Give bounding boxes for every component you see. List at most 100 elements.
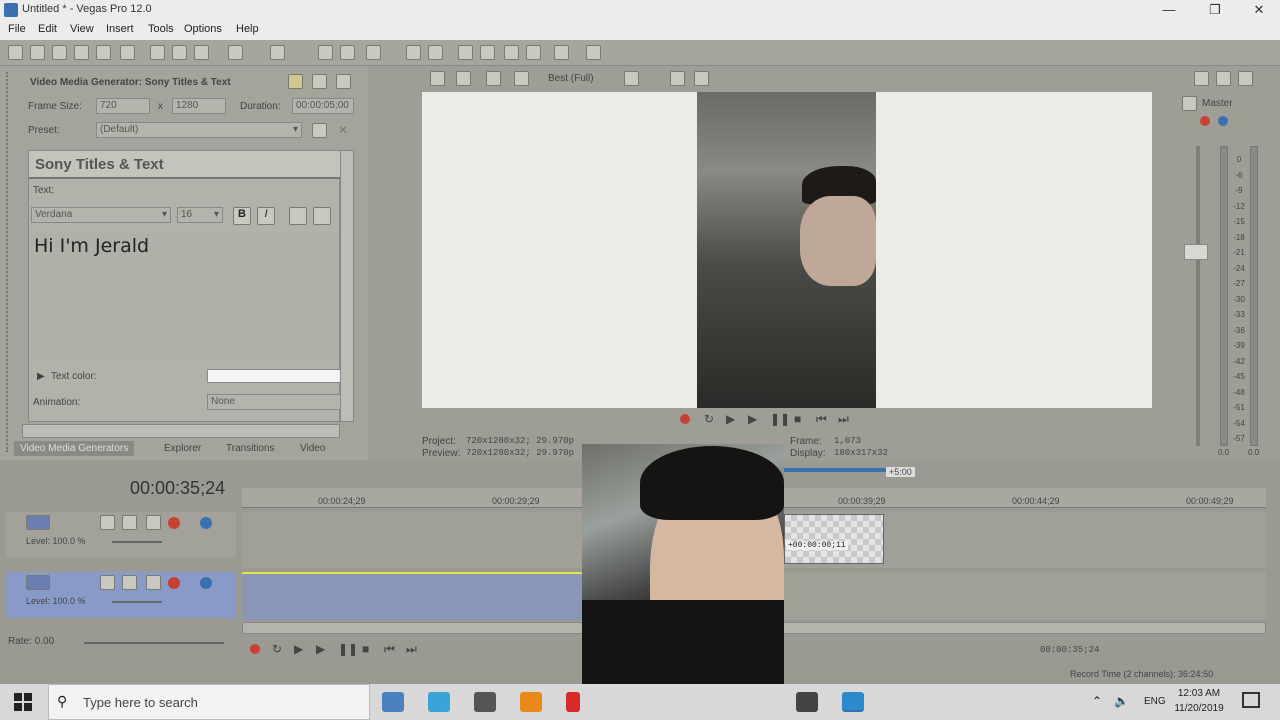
menu-help[interactable]: Help [236, 23, 259, 35]
master-fader-handle[interactable] [1184, 244, 1208, 260]
language-indicator[interactable]: ENG [1144, 696, 1166, 707]
pause-icon[interactable]: ❚❚ [338, 642, 358, 656]
restore-button[interactable]: ❐ [1192, 0, 1238, 20]
text-color-swatch[interactable] [207, 369, 341, 383]
play-icon[interactable]: ▶ [748, 412, 757, 426]
track-fx-icon[interactable] [122, 575, 137, 590]
panel-grip[interactable] [6, 72, 12, 452]
duration-field[interactable]: 00:00:05;00 [292, 98, 354, 114]
grid-view-icon[interactable] [336, 74, 351, 89]
solo-track-icon[interactable] [200, 517, 212, 529]
track-1-lane[interactable] [242, 512, 582, 568]
lock-envelopes-icon[interactable] [366, 45, 381, 60]
save-preset-icon[interactable] [312, 123, 327, 138]
compositing-icon[interactable] [146, 515, 161, 530]
record-icon[interactable] [680, 414, 690, 424]
preset-select[interactable]: (Default) ▾ [96, 122, 302, 138]
overlays-icon[interactable] [624, 71, 639, 86]
dim-output-icon[interactable] [1238, 71, 1253, 86]
fx-icon[interactable] [486, 71, 501, 86]
bus-icon[interactable] [1182, 96, 1197, 111]
windows-start-icon[interactable] [14, 693, 32, 711]
paste-icon[interactable] [194, 45, 209, 60]
title-text-input[interactable]: Hi I'm Jerald [31, 231, 339, 361]
save-snapshot-icon[interactable] [694, 71, 709, 86]
save-icon[interactable] [52, 45, 67, 60]
compositing-icon[interactable] [146, 575, 161, 590]
play-from-start-icon[interactable]: ▶ [726, 412, 735, 426]
snap-icon[interactable] [318, 45, 333, 60]
menu-insert[interactable]: Insert [106, 23, 134, 35]
trim-icon[interactable] [526, 45, 541, 60]
view-mode-icon[interactable] [288, 74, 303, 89]
title-event-clip[interactable] [784, 514, 884, 564]
close-button[interactable]: ✕ [1236, 0, 1280, 20]
delete-preset-icon[interactable]: ✕ [338, 123, 348, 137]
next-frame-icon[interactable]: ⏭ [838, 412, 849, 427]
track-motion-icon[interactable] [100, 515, 115, 530]
store-icon[interactable] [382, 692, 404, 712]
save-as-icon[interactable] [74, 45, 89, 60]
play-icon[interactable]: ▶ [316, 642, 325, 656]
menu-tools[interactable]: Tools [148, 23, 174, 35]
go-to-start-icon[interactable]: ⏮ [384, 642, 395, 657]
menu-edit[interactable]: Edit [38, 23, 57, 35]
redo-icon[interactable] [270, 45, 285, 60]
normal-edit-tool-icon[interactable] [406, 45, 421, 60]
zoom-tool-icon[interactable] [480, 45, 495, 60]
editor-scrollbar[interactable] [340, 150, 354, 422]
volume-icon[interactable]: 🔈 [1114, 694, 1129, 708]
mute-track-icon[interactable] [168, 577, 180, 589]
track-2-lane[interactable] [242, 572, 582, 620]
tab-transitions[interactable]: Transitions [226, 443, 275, 454]
notifications-icon[interactable] [1242, 692, 1260, 708]
taskbar-search-box[interactable]: ⚲ Type here to search [48, 684, 370, 720]
bold-button[interactable]: B [233, 207, 251, 225]
preview-settings-icon[interactable] [430, 71, 445, 86]
frame-width-field[interactable]: 720 [96, 98, 150, 114]
render-icon[interactable] [96, 45, 111, 60]
stop-icon[interactable]: ■ [794, 412, 801, 426]
animation-select[interactable]: None [207, 394, 341, 410]
open-icon[interactable] [30, 45, 45, 60]
vegas-taskbar-icon[interactable] [842, 692, 864, 712]
preview-quality-select[interactable]: Best (Full) [548, 73, 594, 84]
copy-icon[interactable] [172, 45, 187, 60]
external-monitor-icon[interactable] [456, 71, 471, 86]
frame-height-field[interactable]: 1280 [172, 98, 226, 114]
loop-region-bar[interactable] [784, 468, 886, 472]
solo-icon[interactable] [1218, 116, 1228, 126]
menu-options[interactable]: Options [184, 23, 222, 35]
play-from-start-icon[interactable]: ▶ [294, 642, 303, 656]
envelope-tool-icon[interactable] [428, 45, 443, 60]
align-center-icon[interactable] [313, 207, 331, 225]
vlc-icon[interactable] [520, 692, 542, 712]
prev-frame-icon[interactable]: ⏮ [816, 412, 827, 427]
properties-icon[interactable] [120, 45, 135, 60]
auto-ripple-icon[interactable] [340, 45, 355, 60]
font-select[interactable]: Verdana ▾ [31, 207, 171, 223]
tab-video-media-generators[interactable]: Video Media Generators [14, 441, 135, 456]
record-icon[interactable] [250, 644, 260, 654]
help-pointer-icon[interactable] [586, 45, 601, 60]
selection-tool-icon[interactable] [458, 45, 473, 60]
font-size-select[interactable]: 16 ▾ [177, 207, 223, 223]
rate-slider[interactable] [84, 642, 224, 644]
mute-icon[interactable] [1200, 116, 1210, 126]
clock-date[interactable]: 11/20/2019 [1172, 703, 1226, 714]
split-screen-icon[interactable] [514, 71, 529, 86]
copy-snapshot-icon[interactable] [670, 71, 685, 86]
expand-arrow-icon[interactable]: ▶ [37, 371, 45, 382]
mail-icon[interactable] [474, 692, 496, 712]
track-2-lane-right[interactable] [784, 572, 1266, 620]
menu-view[interactable]: View [70, 23, 94, 35]
editor-hscrollbar[interactable] [22, 424, 340, 438]
opera-icon[interactable] [566, 692, 580, 712]
clock-time[interactable]: 12:03 AM [1174, 688, 1224, 699]
level-slider[interactable] [112, 541, 162, 543]
cut-icon[interactable] [150, 45, 165, 60]
minimize-button[interactable]: — [1146, 0, 1192, 20]
list-view-icon[interactable] [312, 74, 327, 89]
markers-icon[interactable] [554, 45, 569, 60]
level-slider[interactable] [112, 601, 162, 603]
